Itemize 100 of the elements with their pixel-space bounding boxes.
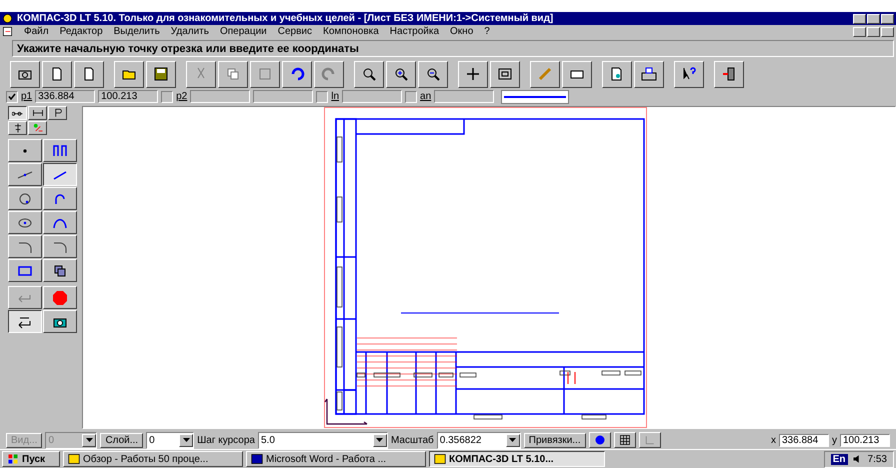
copy-shapes-icon [52,262,68,278]
undo-icon [289,66,305,82]
save-icon [153,66,169,82]
globe-icon [594,434,606,446]
menu-item[interactable]: Окно [450,26,474,37]
language-indicator[interactable]: En [830,454,848,464]
menu-item[interactable]: Удалить [170,26,209,37]
coordinate-field[interactable] [434,90,494,103]
grid-icon [618,434,631,446]
caret-icon [182,438,190,442]
frame-icon [497,66,513,82]
polyline-icon [52,142,68,158]
dropdown-button[interactable] [372,434,387,446]
toolbar-button[interactable] [282,60,312,88]
dimension-icon [32,107,44,119]
menu-item[interactable]: Сервис [278,26,312,37]
layer-button[interactable]: Слой... [100,432,144,448]
toolbar-button[interactable] [674,60,704,88]
y-coordinate-field[interactable]: 100.213 [840,434,890,446]
snaps-button[interactable]: Привязки... [524,432,586,448]
palette-tab[interactable] [8,106,27,120]
move-arrows-icon [465,66,481,82]
toolbar-button[interactable] [458,60,488,88]
coordinate-field[interactable] [342,90,402,103]
toolbar-button[interactable] [114,60,144,88]
point-icon [23,148,27,152]
toolbar-button[interactable] [218,60,248,88]
window-title: КОМПАС-3D LT 5.10. Только для ознакомительных и учебных целей - [Лист БЕЗ ИМЕНИ:1->Системный вид] [17,13,554,24]
document-icon [2,26,13,37]
zoom-out-icon [425,66,441,82]
pencil-icon [537,66,553,82]
toolbar-button[interactable] [250,60,280,88]
tool-button[interactable] [8,310,42,333]
toolbar-button[interactable] [186,60,216,88]
line-style-sample[interactable] [501,90,570,104]
menu-item[interactable]: Настройка [390,26,440,37]
close-button[interactable] [881,14,894,24]
toolbar-button[interactable] [634,60,664,88]
layer-combo[interactable]: 0 [146,432,194,448]
menu-item[interactable]: ? [484,26,490,37]
taskbar-item[interactable]: Microsoft Word - Работа ... [246,451,426,467]
axis-icon [644,434,656,446]
caret-icon [86,438,93,442]
coordinate-field[interactable] [253,90,314,103]
toolbar-button[interactable] [10,60,40,88]
dropdown-button[interactable] [82,434,96,446]
toolbar-button[interactable] [74,60,104,88]
minimize-button[interactable] [853,26,866,36]
toolbar-button[interactable] [490,60,520,88]
magnifier-icon [361,66,377,82]
checkmark-icon [8,92,16,100]
menu-item[interactable]: Выделить [114,26,160,37]
printer-icon [641,66,657,82]
window-icon [68,453,80,465]
start-button[interactable]: Пуск [2,451,60,467]
copy-icon [225,66,241,82]
grid-toggle-button[interactable] [614,432,636,448]
edit-point-icon [32,122,44,134]
menu-item[interactable]: Редактор [60,26,103,37]
toolbar-button[interactable] [530,60,560,88]
toolbar-button[interactable] [314,60,344,88]
caret-icon [509,438,516,442]
local-cs-button[interactable] [638,432,661,448]
taskbar-item[interactable]: КОМПАС-3D LT 5.10... [429,451,605,467]
toolbar-button[interactable] [714,60,744,88]
coordinate-field[interactable]: 336.884 [35,90,96,103]
clock: 7:53 [868,454,887,464]
snap-toggle-button[interactable] [588,432,611,448]
checkbox[interactable] [6,90,18,102]
toolbar-button[interactable] [386,60,416,88]
coordinate-field[interactable]: 100.213 [98,90,158,103]
taskbar-item[interactable]: Обзор - Работы 50 проце... [63,451,243,467]
dropdown-button[interactable] [179,434,194,446]
close-button[interactable] [881,26,894,36]
menu-item[interactable]: Операции [220,26,267,37]
restore-button[interactable] [867,26,880,36]
tool-button[interactable] [43,163,77,186]
checkbox[interactable] [405,90,418,102]
zoom-in-icon [393,66,409,82]
checkbox[interactable] [161,90,174,102]
menu-item[interactable]: Файл [24,26,49,37]
toolbar-button[interactable] [602,60,632,88]
checkbox[interactable] [316,90,328,102]
toolbar-button[interactable] [418,60,448,88]
toolbar-button[interactable] [354,60,384,88]
toolbar-button[interactable] [146,60,176,88]
coordinate-field[interactable] [190,90,250,103]
x-coordinate-field[interactable]: 336.884 [779,434,829,446]
menu-item[interactable]: Компоновка [323,26,379,37]
scale-combo[interactable]: 0.356822 [436,432,521,448]
toolbar-button[interactable] [562,60,592,88]
toolbar-button[interactable] [42,60,72,88]
dropdown-button[interactable] [506,434,520,446]
help-pointer-icon [681,66,697,82]
scale-label: Масштаб [390,434,434,446]
stop-sign-icon [52,290,68,306]
restore-button[interactable] [867,14,880,24]
cursor-step-combo[interactable]: 5.0 [258,432,388,448]
caret-icon [376,438,384,442]
minimize-button[interactable] [853,14,866,24]
